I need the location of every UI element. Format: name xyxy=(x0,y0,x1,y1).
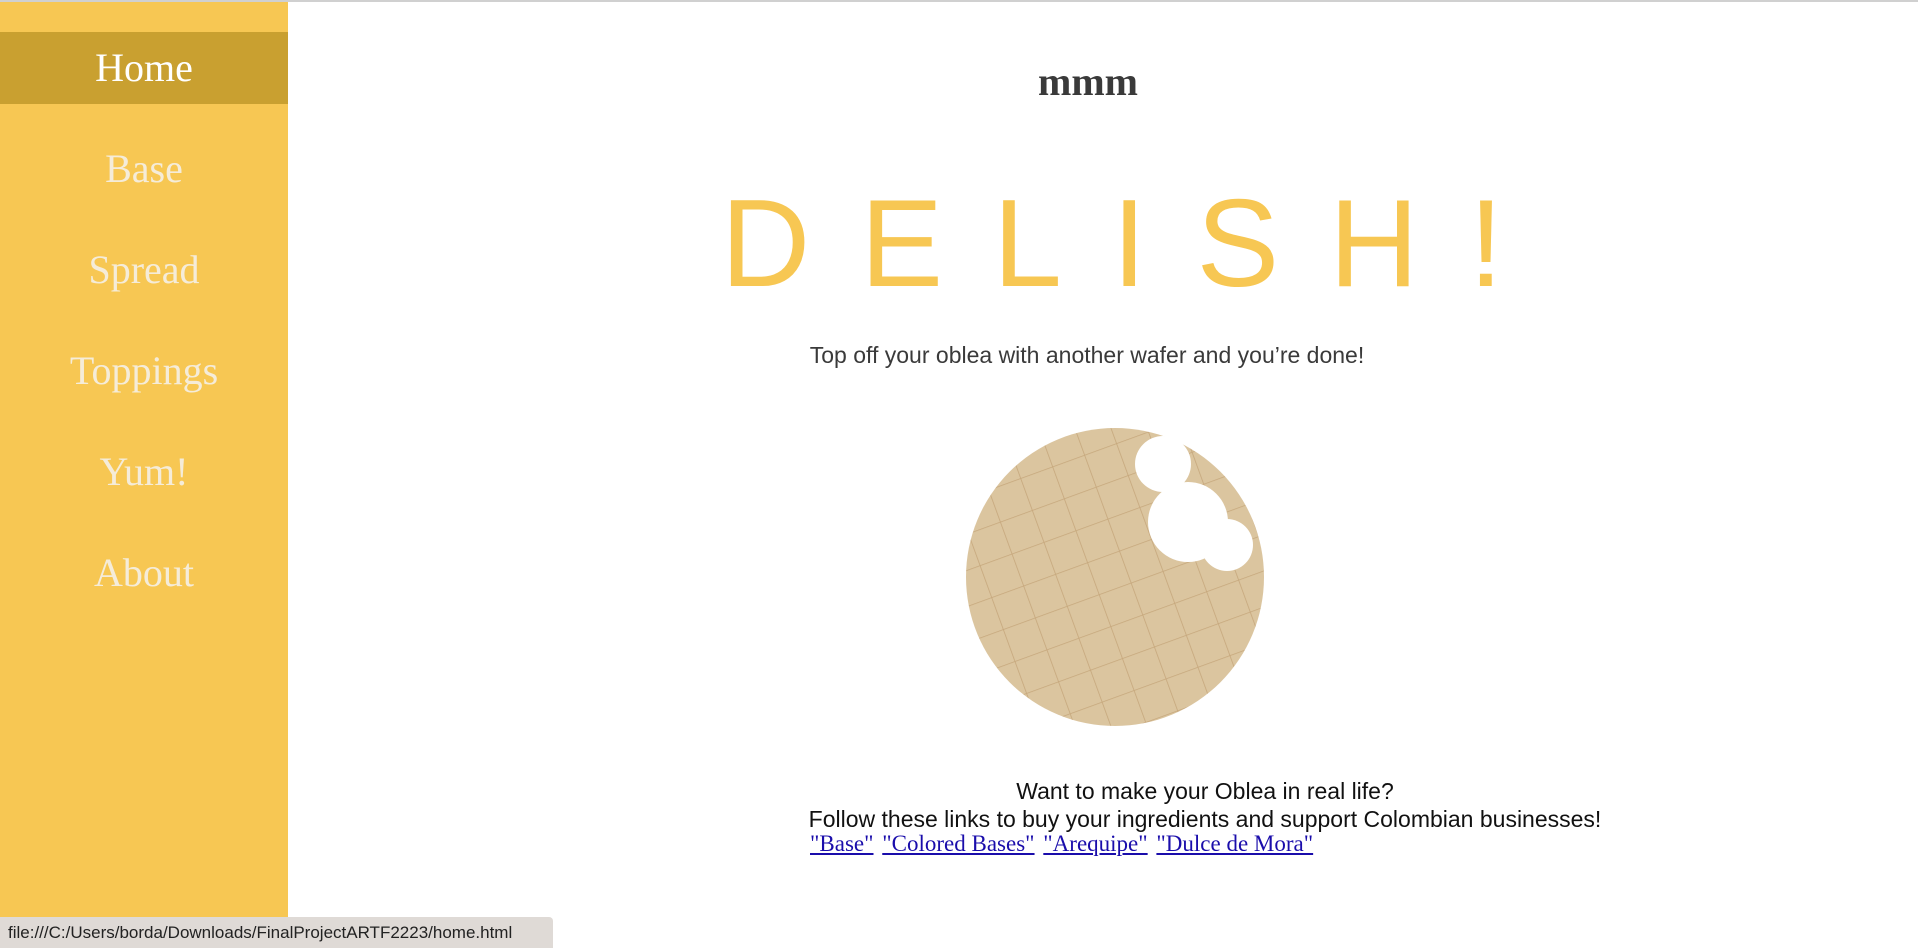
link-base[interactable]: "Base" xyxy=(810,831,874,856)
sidebar-item-home[interactable]: Home xyxy=(0,32,288,104)
ingredient-links: "Base" "Colored Bases" "Arequipe" "Dulce… xyxy=(810,831,1316,857)
cta-question: Want to make your Oblea in real life? xyxy=(1016,778,1394,804)
sidebar-item-yum[interactable]: Yum! xyxy=(0,436,288,508)
sidebar-item-spread[interactable]: Spread xyxy=(0,234,288,306)
link-dulce-de-mora[interactable]: "Dulce de Mora" xyxy=(1156,831,1313,856)
page-subline: Top off your oblea with another wafer an… xyxy=(809,342,1365,368)
sidebar-nav: Home Base Spread Toppings Yum! About xyxy=(0,2,288,948)
page-headline: DELISH! xyxy=(720,175,1554,313)
main-content: mmm DELISH! Top off your oblea with anot… xyxy=(288,2,1918,948)
cta-block: Want to make your Oblea in real life? Fo… xyxy=(750,777,1660,833)
brand-title: mmm xyxy=(1038,59,1138,104)
sidebar-item-base[interactable]: Base xyxy=(0,133,288,205)
sidebar-item-about[interactable]: About xyxy=(0,537,288,609)
browser-status-bar: file:///C:/Users/borda/Downloads/FinalPr… xyxy=(0,917,553,948)
link-arequipe[interactable]: "Arequipe" xyxy=(1043,831,1147,856)
link-colored-bases[interactable]: "Colored Bases" xyxy=(882,831,1034,856)
cta-instruction: Follow these links to buy your ingredien… xyxy=(808,806,1602,832)
oblea-wafer-bitten-icon xyxy=(966,428,1264,726)
sidebar-item-toppings[interactable]: Toppings xyxy=(0,335,288,407)
